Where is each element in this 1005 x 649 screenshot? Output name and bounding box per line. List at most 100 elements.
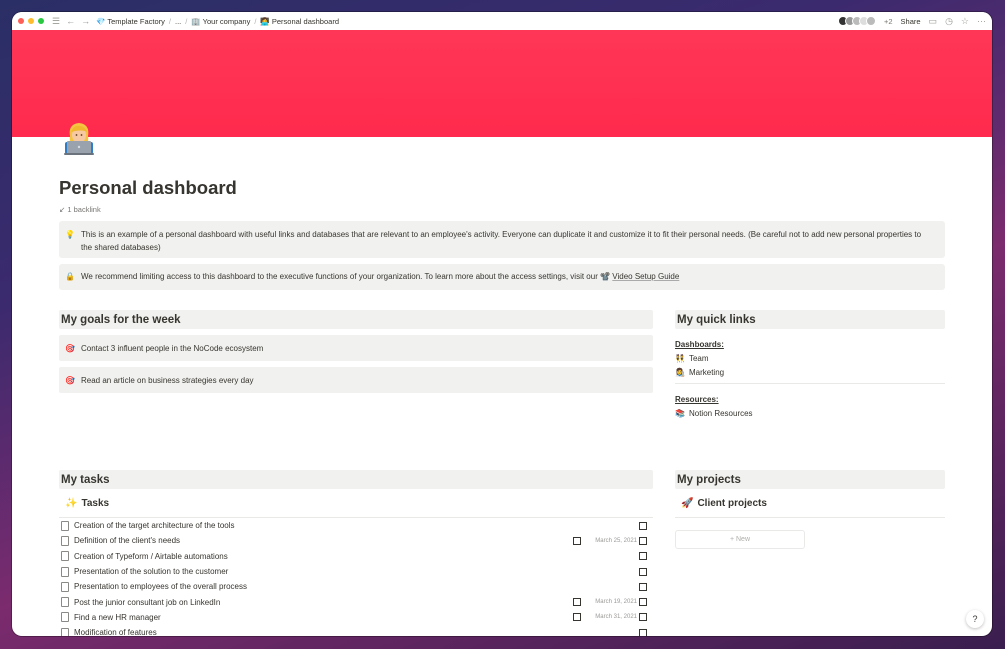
person-laptop-icon[interactable] bbox=[62, 120, 96, 156]
goals-heading[interactable]: My goals for the week bbox=[59, 310, 653, 329]
task-title[interactable]: Modification of features bbox=[74, 628, 639, 636]
task-done-checkbox[interactable] bbox=[639, 521, 647, 530]
maximize-window-button[interactable] bbox=[38, 18, 44, 24]
projects-heading[interactable]: My projects bbox=[675, 470, 945, 489]
breadcrumb: 💎 Template Factory / ... / 🏢 Your compan… bbox=[96, 16, 339, 26]
backlink-link[interactable]: ↙ 1 backlink bbox=[59, 205, 945, 214]
breadcrumb-label: Template Factory bbox=[107, 16, 165, 26]
task-title[interactable]: Creation of the target architecture of t… bbox=[74, 521, 639, 530]
quick-link-label: Marketing bbox=[688, 368, 725, 377]
breadcrumb-label: Personal dashboard bbox=[271, 16, 339, 26]
task-date: March 25, 2021 bbox=[595, 537, 637, 544]
task-checkbox[interactable] bbox=[573, 613, 581, 622]
task-done-checkbox[interactable] bbox=[639, 613, 647, 622]
callout-info[interactable]: 💡 This is an example of a personal dashb… bbox=[59, 221, 945, 258]
titlebar: ☰ ← → 💎 Template Factory / ... / 🏢 Your … bbox=[12, 12, 992, 30]
goal-item[interactable]: 🎯 Read an article on business strategies… bbox=[59, 367, 653, 393]
comment-icon[interactable]: ▭ bbox=[929, 16, 938, 27]
breadcrumb-item-personal-dashboard[interactable]: 👩‍💻 Personal dashboard bbox=[260, 17, 339, 26]
task-list: Creation of the target architecture of t… bbox=[59, 518, 653, 636]
task-checkbox[interactable] bbox=[573, 598, 581, 607]
goal-item[interactable]: 🎯 Contact 3 influent people in the NoCod… bbox=[59, 335, 653, 361]
task-date: March 19, 2021 bbox=[595, 599, 637, 606]
quick-link-notion-resources[interactable]: 📚 Notion Resources bbox=[675, 409, 945, 418]
projects-database-title[interactable]: 🚀 Client projects bbox=[675, 498, 945, 509]
page-icon bbox=[61, 551, 69, 562]
task-title[interactable]: Presentation to employees of the overall… bbox=[74, 582, 639, 591]
diamond-icon: 💎 bbox=[96, 16, 106, 26]
second-columns: My tasks ✨ Tasks Creation of the target a… bbox=[59, 470, 945, 636]
task-done-checkbox[interactable] bbox=[639, 598, 647, 607]
artist-icon: 👩‍🎨 bbox=[675, 368, 685, 377]
table-row[interactable]: Creation of the target architecture of t… bbox=[59, 518, 653, 533]
books-icon: 📚 bbox=[675, 409, 685, 418]
task-done-checkbox[interactable] bbox=[639, 628, 647, 636]
target-icon: 🎯 bbox=[65, 375, 75, 385]
callout-access[interactable]: 🔒 We recommend limiting access to this d… bbox=[59, 264, 945, 290]
task-title[interactable]: Definition of the client's needs bbox=[74, 536, 573, 545]
person-laptop-icon: 👩‍💻 bbox=[260, 16, 270, 26]
task-checkbox[interactable] bbox=[573, 536, 581, 545]
tasks-heading[interactable]: My tasks bbox=[59, 470, 653, 489]
lightbulb-icon: 💡 bbox=[65, 230, 75, 239]
page-content: Personal dashboard ↙ 1 backlink 💡 This i… bbox=[59, 177, 945, 636]
divider bbox=[675, 383, 945, 384]
collaborator-avatars[interactable] bbox=[837, 16, 876, 26]
task-title[interactable]: Post the junior consultant job on Linked… bbox=[74, 598, 573, 607]
back-arrow-icon[interactable]: ← bbox=[66, 16, 75, 26]
quick-links-column: My quick links Dashboards: 👯 Team 👩‍🎨 Mark… bbox=[675, 310, 945, 418]
page-icon bbox=[61, 581, 69, 592]
more-options-icon[interactable]: ··· bbox=[977, 16, 986, 26]
goals-column: My goals for the week 🎯 Contact 3 influe… bbox=[59, 310, 653, 418]
help-button[interactable]: ? bbox=[966, 610, 984, 628]
breadcrumb-item-ellipsis[interactable]: ... bbox=[175, 17, 181, 26]
goal-text: Contact 3 influent people in the NoCode … bbox=[81, 343, 264, 353]
quick-links-heading[interactable]: My quick links bbox=[675, 310, 945, 329]
table-row[interactable]: Presentation to employees of the overall… bbox=[59, 579, 653, 594]
star-icon[interactable]: ☆ bbox=[961, 16, 969, 27]
sparkles-icon: ✨ bbox=[65, 498, 78, 509]
table-row[interactable]: Definition of the client's needs March 25… bbox=[59, 533, 653, 548]
tasks-database-title[interactable]: ✨ Tasks bbox=[59, 498, 653, 509]
new-project-button[interactable]: + New bbox=[675, 530, 805, 549]
task-done-checkbox[interactable] bbox=[639, 536, 647, 545]
page-icon bbox=[61, 520, 69, 531]
extra-collaborators-count: +2 bbox=[883, 16, 893, 26]
rocket-icon: 🚀 bbox=[681, 498, 694, 509]
minimize-window-button[interactable] bbox=[28, 18, 34, 24]
task-title[interactable]: Find a new HR manager bbox=[74, 613, 573, 622]
video-setup-guide-link[interactable]: Video Setup Guide bbox=[612, 272, 679, 281]
database-title-label: Client projects bbox=[697, 498, 767, 509]
task-done-checkbox[interactable] bbox=[639, 552, 647, 561]
quick-link-team[interactable]: 👯 Team bbox=[675, 354, 945, 363]
target-icon: 🎯 bbox=[65, 343, 75, 353]
backlink-label: 1 backlink bbox=[67, 205, 101, 214]
history-clock-icon[interactable]: ◷ bbox=[945, 16, 953, 27]
page-title[interactable]: Personal dashboard bbox=[59, 177, 945, 199]
sidebar-toggle-icon[interactable]: ☰ bbox=[52, 16, 60, 27]
office-icon: 🏢 bbox=[191, 16, 201, 26]
table-row[interactable]: Post the junior consultant job on Linked… bbox=[59, 594, 653, 609]
task-done-checkbox[interactable] bbox=[639, 567, 647, 576]
task-title[interactable]: Creation of Typeform / Airtable automati… bbox=[74, 552, 639, 561]
page-icon bbox=[61, 597, 69, 608]
close-window-button[interactable] bbox=[18, 18, 24, 24]
table-row[interactable]: Modification of features bbox=[59, 625, 653, 636]
projects-column: My projects 🚀 Client projects + New bbox=[675, 470, 945, 636]
forward-arrow-icon[interactable]: → bbox=[81, 16, 90, 26]
callout-text: This is an example of a personal dashboa… bbox=[81, 230, 922, 252]
film-icon: 📽️ bbox=[600, 271, 611, 281]
tasks-column: My tasks ✨ Tasks Creation of the target a… bbox=[59, 470, 653, 636]
resources-label: Resources: bbox=[675, 395, 719, 404]
task-date: March 31, 2021 bbox=[595, 614, 637, 621]
quick-link-marketing[interactable]: 👩‍🎨 Marketing bbox=[675, 368, 945, 377]
breadcrumb-item-your-company[interactable]: 🏢 Your company bbox=[191, 17, 250, 26]
page-cover[interactable] bbox=[12, 30, 992, 137]
share-button[interactable]: Share bbox=[901, 17, 921, 26]
table-row[interactable]: Find a new HR manager March 31, 2021 bbox=[59, 610, 653, 625]
breadcrumb-item-template-factory[interactable]: 💎 Template Factory bbox=[96, 17, 165, 26]
task-title[interactable]: Presentation of the solution to the cust… bbox=[74, 567, 639, 576]
task-done-checkbox[interactable] bbox=[639, 582, 647, 591]
table-row[interactable]: Presentation of the solution to the cust… bbox=[59, 564, 653, 579]
table-row[interactable]: Creation of Typeform / Airtable automati… bbox=[59, 549, 653, 564]
